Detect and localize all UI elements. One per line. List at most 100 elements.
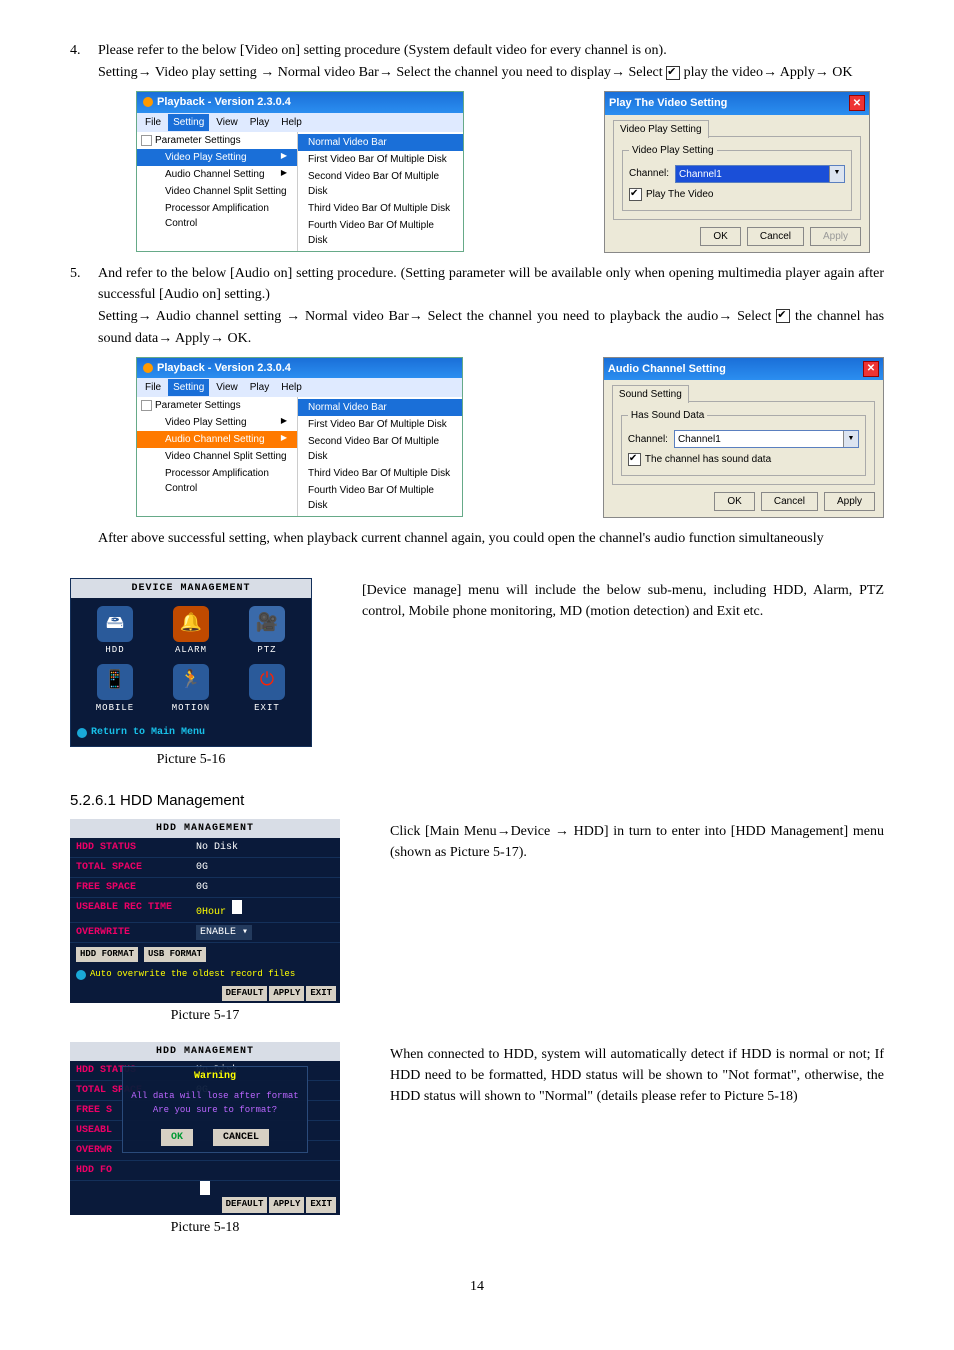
video-play-setting-item[interactable]: Video Play Setting▶ [137, 149, 297, 166]
channel-value: Channel1 [675, 431, 843, 447]
menu-view[interactable]: View [211, 114, 243, 131]
menu-play[interactable]: Play [245, 379, 274, 396]
audio-channel-setting-item[interactable]: Audio Channel Setting▶ [137, 166, 297, 183]
menubar-2[interactable]: File Setting View Play Help [137, 378, 462, 397]
warning-ok-button[interactable]: OK [161, 1129, 193, 1146]
channel-label: Channel: [628, 432, 668, 447]
chevron-down-icon[interactable]: ▼ [843, 431, 858, 447]
picture-5-17-caption: Picture 5-17 [70, 1005, 340, 1026]
third-video-bar[interactable]: Third Video Bar Of Multiple Disk [298, 200, 463, 217]
cursor-icon [200, 1181, 210, 1195]
fourth-video-bar[interactable]: Fourth Video Bar Of Multiple Disk [298, 217, 463, 249]
default-button[interactable]: DEFAULT [222, 1197, 268, 1213]
step4-l2f: play the video [684, 65, 763, 80]
device-management-panel: DEVICE MANAGEMENT 🖴HDD 🔔ALARM 🎥PTZ 📱MOBI… [70, 578, 312, 747]
menu-file[interactable]: File [140, 114, 166, 131]
motion-icon-button[interactable]: 🏃MOTION [153, 664, 229, 716]
play-video-chk-label: Play The Video [646, 187, 713, 202]
hdd-format-button[interactable]: HDD FORMAT [76, 947, 138, 963]
normal-video-bar[interactable]: Normal Video Bar [298, 134, 463, 151]
menu-file[interactable]: File [140, 379, 166, 396]
apply-button[interactable]: Apply [824, 492, 875, 511]
free-space-label: FREE SPACE [76, 880, 196, 895]
warning-cancel-button[interactable]: CANCEL [213, 1129, 269, 1146]
apply-button[interactable]: APPLY [269, 1197, 304, 1213]
menu-help[interactable]: Help [276, 379, 307, 396]
param-settings-group[interactable]: Parameter Settings [137, 397, 297, 414]
fourth-video-bar[interactable]: Fourth Video Bar Of Multiple Disk [298, 482, 462, 514]
mobile-icon-button[interactable]: 📱MOBILE [77, 664, 153, 716]
hdd-panel-title: HDD MANAGEMENT [70, 819, 340, 838]
audio-dlg-title: Audio Channel Setting [608, 361, 726, 378]
info-bullet-icon [76, 970, 86, 980]
channel-combobox[interactable]: Channel1 ▼ [674, 430, 859, 448]
playback-title-text: Playback - Version 2.3.0.4 [157, 94, 291, 111]
param-settings-group[interactable]: Parameter Settings [137, 132, 297, 149]
return-main-menu[interactable]: Return to Main Menu [71, 723, 311, 746]
ptz-icon-button[interactable]: 🎥PTZ [229, 606, 305, 658]
app-icon [143, 97, 153, 107]
video-channel-split-item[interactable]: Video Channel Split Setting [137, 183, 297, 200]
play-video-dlg-title: Play The Video Setting [609, 95, 727, 112]
third-video-bar[interactable]: Third Video Bar Of Multiple Disk [298, 465, 462, 482]
picture-5-16-caption: Picture 5-16 [70, 749, 312, 770]
menu-setting[interactable]: Setting [168, 114, 209, 131]
usb-format-button[interactable]: USB FORMAT [144, 947, 206, 963]
cancel-button[interactable]: Cancel [747, 227, 804, 246]
hdd-icon: 🖴 [97, 606, 133, 642]
step4-num: 4. [70, 40, 98, 83]
chevron-down-icon[interactable]: ▼ [829, 166, 844, 182]
device-panel-title: DEVICE MANAGEMENT [71, 579, 311, 598]
motion-icon: 🏃 [173, 664, 209, 700]
submenu-arrow-icon: ▶ [281, 167, 287, 179]
step5-l2c: Normal video Bar [305, 309, 409, 324]
hdd-icon-button[interactable]: 🖴HDD [77, 606, 153, 658]
video-channel-split-item[interactable]: Video Channel Split Setting [137, 448, 297, 465]
play-video-checkbox-inline [666, 66, 680, 80]
default-button[interactable]: DEFAULT [222, 986, 268, 1002]
close-icon[interactable]: ✕ [849, 95, 865, 111]
menu-play[interactable]: Play [245, 114, 274, 131]
menubar[interactable]: File Setting View Play Help [137, 113, 463, 132]
step5-l2h: OK. [228, 331, 252, 346]
cancel-button[interactable]: Cancel [761, 492, 818, 511]
menu-setting[interactable]: Setting [168, 379, 209, 396]
sound-setting-tab[interactable]: Sound Setting [612, 385, 689, 403]
hdd-para: Click [Main Menu→Device → HDD] in turn t… [390, 821, 884, 863]
step5-l2a: Setting [98, 309, 138, 324]
exit-icon-button[interactable]: ⏻EXIT [229, 664, 305, 716]
play-video-checkbox[interactable] [629, 188, 642, 201]
second-video-bar[interactable]: Second Video Bar Of Multiple Disk [298, 433, 462, 465]
close-icon[interactable]: ✕ [863, 361, 879, 377]
video-play-setting-item[interactable]: Video Play Setting▶ [137, 414, 297, 431]
channel-combobox[interactable]: Channel1 ▼ [675, 165, 845, 183]
device-manage-para: [Device manage] menu will include the be… [362, 580, 884, 622]
first-video-bar[interactable]: First Video Bar Of Multiple Disk [298, 151, 463, 168]
video-play-tab[interactable]: Video Play Setting [613, 120, 709, 138]
apply-button[interactable]: APPLY [269, 986, 304, 1002]
has-sound-checkbox[interactable] [628, 453, 641, 466]
hdd-management-panel: HDD MANAGEMENT HDD STATUSNo Disk TOTAL S… [70, 819, 340, 1004]
playback-menu-2: Playback - Version 2.3.0.4 File Setting … [136, 357, 463, 518]
play-video-dialog: Play The Video Setting ✕ Video Play Sett… [604, 91, 870, 253]
alarm-icon-button[interactable]: 🔔ALARM [153, 606, 229, 658]
overwrite-combobox[interactable]: ENABLE ▾ [196, 925, 252, 940]
ok-button[interactable]: OK [700, 227, 740, 246]
auto-overwrite-info: Auto overwrite the oldest record files [70, 966, 340, 984]
step4-l2g: Apply [780, 65, 815, 80]
normal-video-bar[interactable]: Normal Video Bar [298, 399, 462, 416]
playback-menu-1: Playback - Version 2.3.0.4 File Setting … [136, 91, 464, 252]
processor-amp-item[interactable]: Processor Amplification Control [137, 200, 297, 232]
processor-amp-item[interactable]: Processor Amplification Control [137, 465, 297, 497]
exit-button[interactable]: EXIT [306, 986, 336, 1002]
ok-button[interactable]: OK [714, 492, 754, 511]
step4-l2c: Normal video Bar [278, 65, 379, 80]
first-video-bar[interactable]: First Video Bar Of Multiple Disk [298, 416, 462, 433]
exit-button[interactable]: EXIT [306, 1197, 336, 1213]
second-video-bar[interactable]: Second Video Bar Of Multiple Disk [298, 168, 463, 200]
apply-button[interactable]: Apply [810, 227, 861, 246]
mobile-icon: 📱 [97, 664, 133, 700]
menu-view[interactable]: View [211, 379, 243, 396]
menu-help[interactable]: Help [276, 114, 307, 131]
audio-channel-setting-item[interactable]: Audio Channel Setting▶ [137, 431, 297, 448]
